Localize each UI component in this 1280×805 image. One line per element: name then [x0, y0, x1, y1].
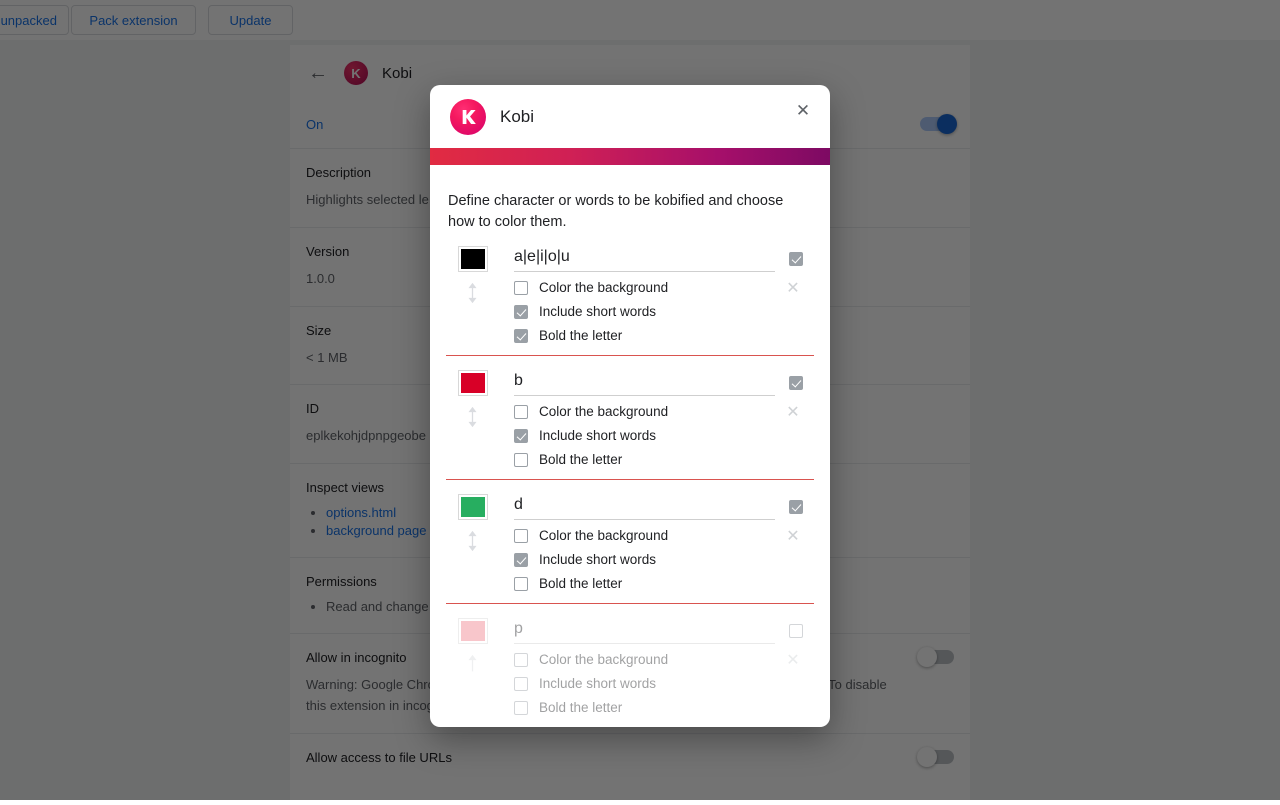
- delete-glyph: ✕: [786, 529, 799, 545]
- option-include-short-words[interactable]: Include short words: [514, 676, 814, 691]
- include-short-words-checkbox[interactable]: [514, 305, 528, 319]
- color-swatch: [461, 497, 485, 517]
- option-label: Color the background: [539, 404, 668, 419]
- rule-enabled-checkbox[interactable]: [789, 376, 803, 390]
- rule-enabled-checkbox[interactable]: [789, 252, 803, 266]
- drag-handle-icon[interactable]: [463, 282, 481, 304]
- dialog-accent-bar: [430, 148, 830, 165]
- pattern-input[interactable]: [514, 370, 775, 396]
- delete-rule-icon[interactable]: ✕: [784, 280, 802, 298]
- include-short-words-checkbox[interactable]: [514, 429, 528, 443]
- rule-row: ✕ Color the background Include short wor…: [446, 232, 814, 356]
- pattern-input[interactable]: [514, 246, 775, 272]
- pattern-input[interactable]: [514, 618, 775, 644]
- color-background-checkbox[interactable]: [514, 529, 528, 543]
- color-swatch: [461, 621, 485, 641]
- option-label: Color the background: [539, 528, 668, 543]
- color-swatch-button[interactable]: [458, 494, 488, 520]
- option-color-background[interactable]: Color the background: [514, 404, 814, 419]
- close-glyph: ✕: [796, 102, 810, 119]
- delete-rule-icon[interactable]: ✕: [784, 528, 802, 546]
- close-icon[interactable]: ✕: [790, 97, 816, 123]
- option-label: Include short words: [539, 428, 656, 443]
- rule-top: [446, 370, 814, 396]
- option-color-background[interactable]: Color the background: [514, 652, 814, 667]
- include-short-words-checkbox[interactable]: [514, 677, 528, 691]
- drag-handle-icon[interactable]: [463, 406, 481, 428]
- dialog-title: Kobi: [500, 107, 534, 127]
- delete-glyph: ✕: [786, 281, 799, 297]
- pattern-input[interactable]: [514, 494, 775, 520]
- color-background-checkbox[interactable]: [514, 405, 528, 419]
- rule-row: ✕ Color the background Include short wor…: [446, 356, 814, 480]
- delete-rule-icon[interactable]: ✕: [784, 652, 802, 670]
- color-background-checkbox[interactable]: [514, 653, 528, 667]
- option-bold-the-letter[interactable]: Bold the letter: [514, 700, 814, 715]
- bold-the-letter-checkbox[interactable]: [514, 701, 528, 715]
- rule-enabled-checkbox[interactable]: [789, 500, 803, 514]
- dialog-description: Define character or words to be kobified…: [446, 165, 814, 232]
- drag-handle-icon[interactable]: [463, 530, 481, 552]
- option-label: Color the background: [539, 280, 668, 295]
- option-label: Bold the letter: [539, 700, 622, 715]
- kobi-logo-icon: [450, 99, 486, 135]
- option-bold-the-letter[interactable]: Bold the letter: [514, 576, 814, 591]
- color-swatch: [461, 249, 485, 269]
- color-swatch-button[interactable]: [458, 370, 488, 396]
- option-label: Include short words: [539, 552, 656, 567]
- bold-the-letter-checkbox[interactable]: [514, 453, 528, 467]
- rule-enabled-checkbox[interactable]: [789, 624, 803, 638]
- delete-rule-icon[interactable]: ✕: [784, 404, 802, 422]
- option-include-short-words[interactable]: Include short words: [514, 552, 814, 567]
- option-label: Include short words: [539, 304, 656, 319]
- rule-top: [446, 494, 814, 520]
- option-color-background[interactable]: Color the background: [514, 280, 814, 295]
- dialog-header: Kobi ✕: [430, 85, 830, 148]
- option-label: Bold the letter: [539, 452, 622, 467]
- color-swatch-button[interactable]: [458, 246, 488, 272]
- rule-options: Color the background Include short words…: [514, 528, 814, 591]
- option-label: Bold the letter: [539, 328, 622, 343]
- delete-glyph: ✕: [786, 405, 799, 421]
- option-color-background[interactable]: Color the background: [514, 528, 814, 543]
- rule-options: Color the background Include short words…: [514, 652, 814, 715]
- kobi-options-dialog: Kobi ✕ Define character or words to be k…: [430, 85, 830, 727]
- rule-options: Color the background Include short words…: [514, 404, 814, 467]
- option-label: Include short words: [539, 676, 656, 691]
- option-include-short-words[interactable]: Include short words: [514, 304, 814, 319]
- rule-top: [446, 246, 814, 272]
- option-bold-the-letter[interactable]: Bold the letter: [514, 328, 814, 343]
- include-short-words-checkbox[interactable]: [514, 553, 528, 567]
- bold-the-letter-checkbox[interactable]: [514, 329, 528, 343]
- dialog-body: Define character or words to be kobified…: [430, 165, 830, 727]
- color-swatch: [461, 373, 485, 393]
- rule-top: [446, 618, 814, 644]
- color-background-checkbox[interactable]: [514, 281, 528, 295]
- color-swatch-button[interactable]: [458, 618, 488, 644]
- bold-the-letter-checkbox[interactable]: [514, 577, 528, 591]
- option-include-short-words[interactable]: Include short words: [514, 428, 814, 443]
- option-label: Color the background: [539, 652, 668, 667]
- rule-options: Color the background Include short words…: [514, 280, 814, 343]
- option-bold-the-letter[interactable]: Bold the letter: [514, 452, 814, 467]
- option-label: Bold the letter: [539, 576, 622, 591]
- rule-row: ✕ Color the background Include short wor…: [446, 480, 814, 604]
- rule-row: ✕ Color the background Include short wor…: [446, 604, 814, 727]
- delete-glyph: ✕: [786, 653, 799, 669]
- drag-handle-icon[interactable]: [463, 654, 481, 676]
